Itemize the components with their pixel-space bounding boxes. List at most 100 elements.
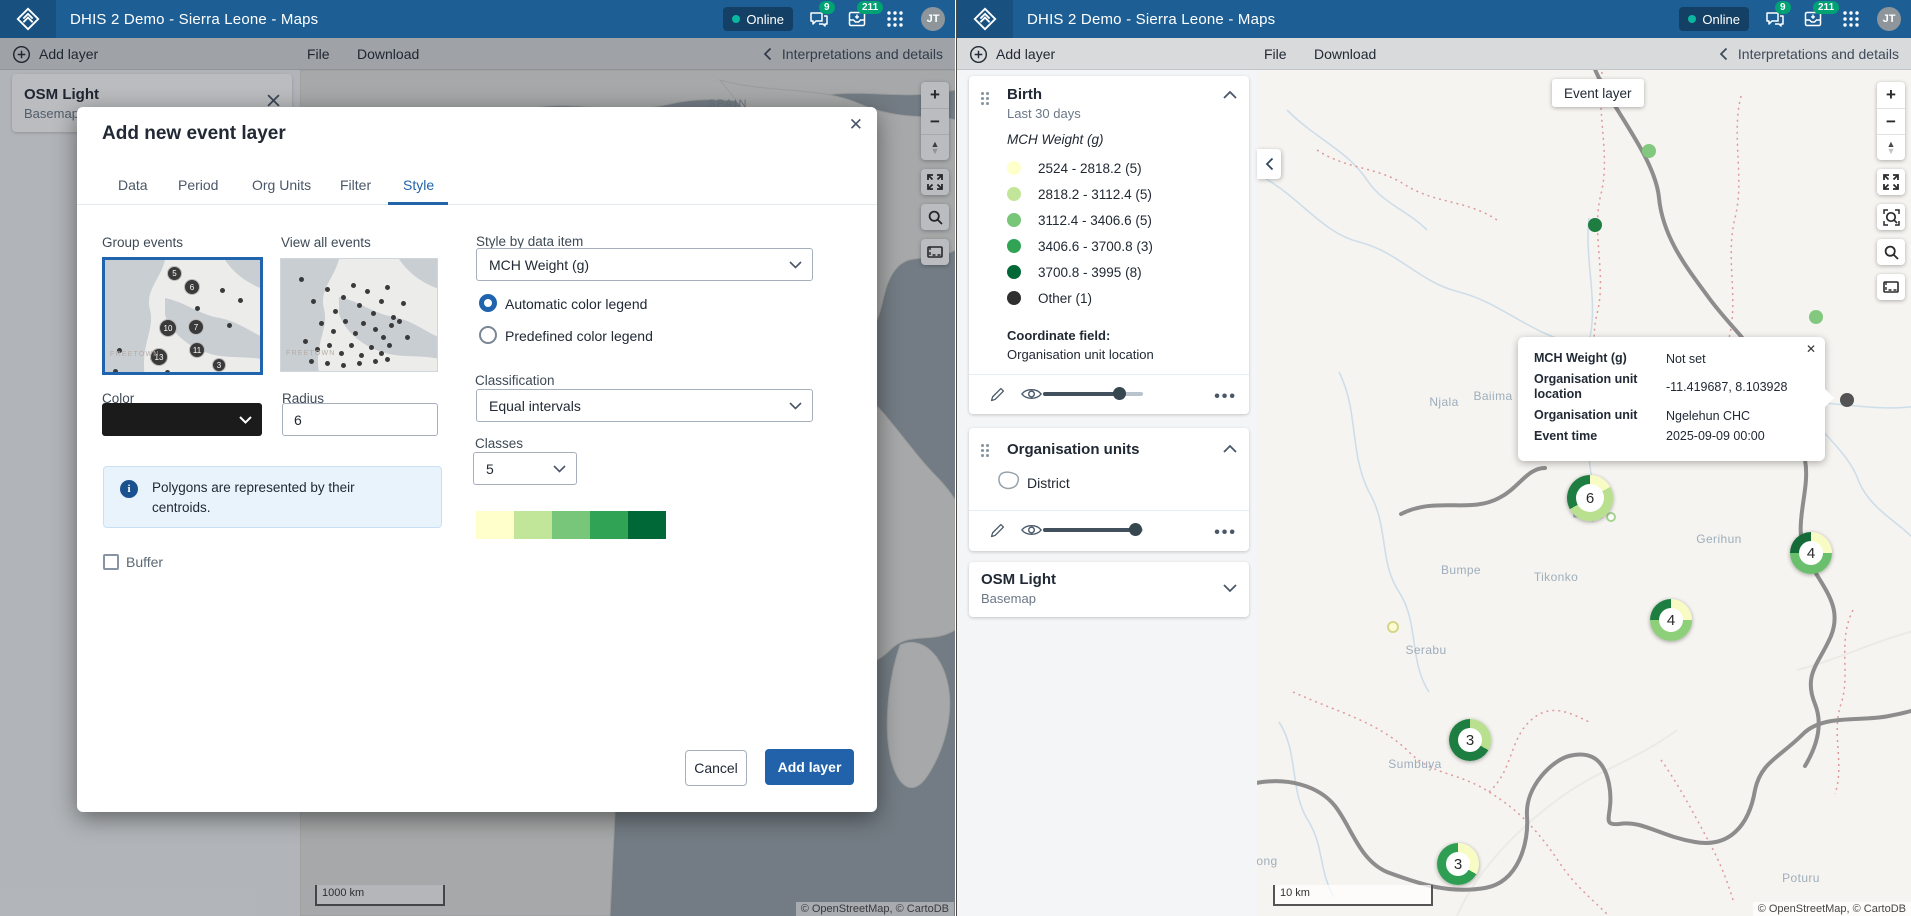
more-options-icon[interactable]: ••• xyxy=(1214,388,1237,406)
event-point-marker[interactable] xyxy=(1809,310,1823,324)
layer-title: Organisation units xyxy=(1007,441,1140,458)
messages-button[interactable]: 9 xyxy=(1763,7,1787,31)
predefined-legend-radio[interactable] xyxy=(479,326,497,344)
event-point-marker[interactable] xyxy=(1588,218,1602,232)
zoom-out-button[interactable]: − xyxy=(1877,108,1905,134)
header-actions: Online 9 211 JT xyxy=(1679,0,1901,38)
menu-file[interactable]: File xyxy=(1264,38,1287,70)
legend-swatch xyxy=(1007,239,1021,253)
add-layer-button[interactable]: Add layer xyxy=(969,38,1055,70)
fullscreen-button[interactable] xyxy=(1877,169,1905,195)
tab-org-units[interactable]: Org Units xyxy=(252,165,311,205)
group-events-option[interactable]: 5 6 10 7 13 11 3 FREETOWN xyxy=(102,257,263,375)
event-cluster-marker[interactable]: 3 xyxy=(1437,843,1479,885)
file-menu-bar: Add layer File Download Interpretations … xyxy=(957,38,1911,70)
tab-style[interactable]: Style xyxy=(403,165,434,205)
event-cluster-marker[interactable]: 4 xyxy=(1790,532,1832,574)
apps-menu-button[interactable] xyxy=(1839,7,1863,31)
more-options-icon[interactable]: ••• xyxy=(1214,524,1237,542)
color-ramp xyxy=(476,511,666,539)
compass-icon[interactable]: ▲▼ xyxy=(1877,134,1905,160)
event-point-marker[interactable] xyxy=(1642,144,1656,158)
messages-count-badge: 9 xyxy=(1775,1,1791,14)
online-status-badge: Online xyxy=(723,7,793,31)
visibility-eye-icon[interactable] xyxy=(1019,382,1043,406)
town-label: Gerihun xyxy=(1696,532,1742,546)
interpretations-toggle[interactable]: Interpretations and details xyxy=(1719,38,1899,70)
cluster-marker: 5 xyxy=(167,266,182,281)
user-avatar[interactable]: JT xyxy=(921,7,945,31)
popup-row: Organisation unitNgelehun CHC xyxy=(1534,408,1809,424)
inbox-button[interactable]: 211 xyxy=(845,7,869,31)
tab-data[interactable]: Data xyxy=(118,165,148,205)
classification-select[interactable]: Equal intervals xyxy=(476,389,813,422)
radius-input[interactable]: 6 xyxy=(282,403,438,436)
popup-close-icon[interactable]: ✕ xyxy=(1806,342,1816,356)
style-by-select[interactable]: MCH Weight (g) xyxy=(476,248,813,281)
coordinate-field-label: Coordinate field: xyxy=(1007,328,1110,343)
messages-count-badge: 9 xyxy=(819,1,835,14)
opacity-slider[interactable] xyxy=(1043,528,1143,532)
edit-pencil-icon[interactable] xyxy=(985,518,1009,542)
panel-collapse-button[interactable] xyxy=(1257,149,1281,179)
dialog-close-icon[interactable]: ✕ xyxy=(849,115,863,135)
town-label: Serabu xyxy=(1405,643,1446,657)
chevron-left-icon xyxy=(1719,47,1728,61)
event-cluster-marker[interactable]: 4 xyxy=(1650,599,1692,641)
legend-item: 3700.8 - 3995 (8) xyxy=(1007,259,1153,285)
collapse-chevron-icon[interactable] xyxy=(1223,444,1237,453)
chevron-down-icon xyxy=(789,402,802,410)
town-label: Sumbuya xyxy=(1388,757,1442,771)
active-tab-indicator xyxy=(388,202,448,205)
zoom-in-button[interactable]: + xyxy=(1877,82,1905,108)
zoom-to-area-button[interactable] xyxy=(1877,204,1905,230)
apps-menu-button[interactable] xyxy=(883,7,907,31)
visibility-eye-icon[interactable] xyxy=(1019,518,1043,542)
menu-download[interactable]: Download xyxy=(1314,38,1376,70)
header-bar: DHIS 2 Demo - Sierra Leone - Maps Online… xyxy=(957,0,1911,38)
classes-select[interactable]: 5 xyxy=(473,452,577,485)
search-button[interactable] xyxy=(1877,239,1905,265)
drag-handle[interactable] xyxy=(981,444,989,458)
dhis2-logo-icon[interactable] xyxy=(957,0,1013,38)
online-dot-icon xyxy=(1688,15,1696,23)
tab-period[interactable]: Period xyxy=(178,165,218,205)
dhis2-logo-icon[interactable] xyxy=(0,0,56,38)
inbox-button[interactable]: 211 xyxy=(1801,7,1825,31)
legend-list: 2524 - 2818.2 (5) 2818.2 - 3112.4 (5) 31… xyxy=(1007,155,1153,311)
town-label: Bumpe xyxy=(1441,563,1481,577)
collapse-chevron-icon[interactable] xyxy=(1223,90,1237,99)
event-point-marker[interactable] xyxy=(1387,621,1399,633)
buffer-checkbox[interactable] xyxy=(103,554,119,570)
tab-filter[interactable]: Filter xyxy=(340,165,371,205)
messages-button[interactable]: 9 xyxy=(807,7,831,31)
event-layer-chip[interactable]: Event layer xyxy=(1552,79,1644,107)
measure-button[interactable] xyxy=(1877,274,1905,300)
drag-handle[interactable] xyxy=(981,92,989,106)
add-event-layer-dialog: Add new event layer ✕ Data Period Org Un… xyxy=(77,107,877,812)
cancel-button[interactable]: Cancel xyxy=(685,750,747,786)
legend-item: Other (1) xyxy=(1007,285,1153,311)
popup-row: Organisation unit location-11.419687, 8.… xyxy=(1534,372,1809,403)
basemap-card: OSM Light Basemap xyxy=(969,562,1249,617)
event-cluster-marker[interactable]: 3 xyxy=(1449,719,1491,761)
edit-pencil-icon[interactable] xyxy=(985,382,1009,406)
automatic-legend-radio[interactable] xyxy=(479,294,497,312)
predefined-legend-label: Predefined color legend xyxy=(505,328,653,344)
app-title: DHIS 2 Demo - Sierra Leone - Maps xyxy=(1027,11,1275,28)
view-all-events-option[interactable]: FREETOWN xyxy=(280,258,438,372)
online-dot-icon xyxy=(732,15,740,23)
freetown-label: FREETOWN xyxy=(286,350,336,357)
user-avatar[interactable]: JT xyxy=(1877,7,1901,31)
event-cluster-marker[interactable]: 6 xyxy=(1567,475,1613,521)
color-select[interactable] xyxy=(102,403,262,436)
popup-arrow xyxy=(1825,389,1843,407)
maps-window-right: DHIS 2 Demo - Sierra Leone - Maps Online… xyxy=(956,0,1911,916)
add-layer-submit-button[interactable]: Add layer xyxy=(765,749,854,785)
opacity-slider[interactable] xyxy=(1043,392,1143,396)
add-layer-label: Add layer xyxy=(996,46,1055,62)
chevron-down-icon xyxy=(789,261,802,269)
app-title: DHIS 2 Demo - Sierra Leone - Maps xyxy=(70,11,318,28)
district-polygon-icon xyxy=(995,470,1021,492)
expand-chevron-icon[interactable] xyxy=(1223,584,1237,593)
